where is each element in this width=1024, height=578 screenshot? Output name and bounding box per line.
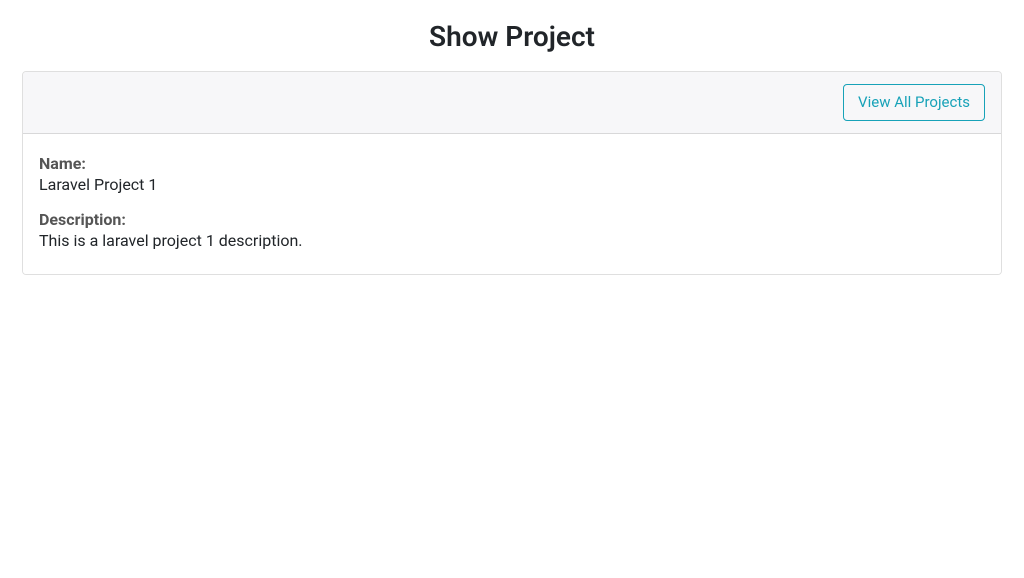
description-value: This is a laravel project 1 description.	[39, 231, 303, 250]
description-label: Description:	[39, 210, 985, 229]
view-all-projects-button[interactable]: View All Projects	[843, 84, 985, 121]
card-body: Name: Laravel Project 1 Description: Thi…	[23, 134, 1001, 274]
field-name: Name: Laravel Project 1	[39, 154, 985, 194]
project-card: View All Projects Name: Laravel Project …	[22, 71, 1002, 275]
page-title: Show Project	[22, 20, 1002, 53]
name-label: Name:	[39, 154, 985, 173]
card-header: View All Projects	[23, 72, 1001, 134]
field-description: Description: This is a laravel project 1…	[39, 210, 985, 250]
name-value: Laravel Project 1	[39, 175, 157, 194]
page-container: Show Project View All Projects Name: Lar…	[22, 20, 1002, 275]
